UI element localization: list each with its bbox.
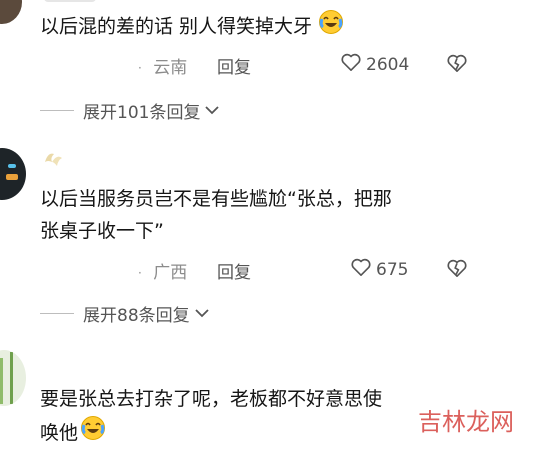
comment-line: 张桌子收一下” bbox=[40, 220, 164, 242]
avatar[interactable] bbox=[0, 0, 22, 24]
chevron-down-icon bbox=[194, 304, 210, 324]
broken-heart-icon bbox=[446, 258, 468, 282]
location: 广西 bbox=[153, 263, 188, 283]
comment-text: 以后当服务员岂不是有些尴尬“张总，把那 张桌子收一下” bbox=[40, 183, 510, 247]
user-badge-icon bbox=[42, 150, 64, 174]
avatar[interactable] bbox=[0, 148, 26, 200]
username[interactable] bbox=[44, 0, 96, 2]
divider bbox=[40, 110, 74, 111]
like-button[interactable]: 2604 bbox=[340, 52, 409, 77]
heart-outline-icon bbox=[340, 52, 362, 77]
reply-button[interactable]: 回复 bbox=[217, 53, 251, 78]
chevron-down-icon bbox=[204, 101, 220, 121]
like-button[interactable]: 675 bbox=[350, 257, 408, 282]
expand-replies-label: 展开101条回复 bbox=[83, 103, 201, 123]
laugh-cry-emoji bbox=[318, 9, 344, 45]
expand-replies-label: 展开88条回复 bbox=[83, 306, 190, 326]
reply-button[interactable]: 回复 bbox=[217, 258, 251, 283]
comment-line: 以后当服务员岂不是有些尴尬“张总，把那 bbox=[40, 188, 392, 210]
like-count: 2604 bbox=[366, 54, 410, 75]
watermark: 吉林龙网 bbox=[418, 408, 514, 436]
divider bbox=[40, 313, 74, 314]
expand-replies-button[interactable]: 展开88条回复 bbox=[83, 301, 210, 326]
heart-outline-icon bbox=[350, 257, 372, 282]
dislike-button[interactable] bbox=[446, 258, 468, 282]
comment-text: 以后混的差的话 别人得笑掉大牙 bbox=[40, 9, 510, 45]
broken-heart-icon bbox=[446, 53, 468, 77]
avatar[interactable] bbox=[0, 350, 26, 406]
comment-meta: · 广西 bbox=[138, 258, 187, 283]
expand-replies-button[interactable]: 展开101条回复 bbox=[83, 98, 220, 123]
dot-separator: · bbox=[138, 61, 142, 75]
comment-meta: · 云南 bbox=[138, 53, 187, 78]
like-count: 675 bbox=[376, 259, 409, 280]
laugh-cry-emoji bbox=[80, 415, 106, 451]
location: 云南 bbox=[153, 58, 188, 78]
dislike-button[interactable] bbox=[446, 53, 468, 77]
dot-separator: · bbox=[138, 266, 142, 280]
